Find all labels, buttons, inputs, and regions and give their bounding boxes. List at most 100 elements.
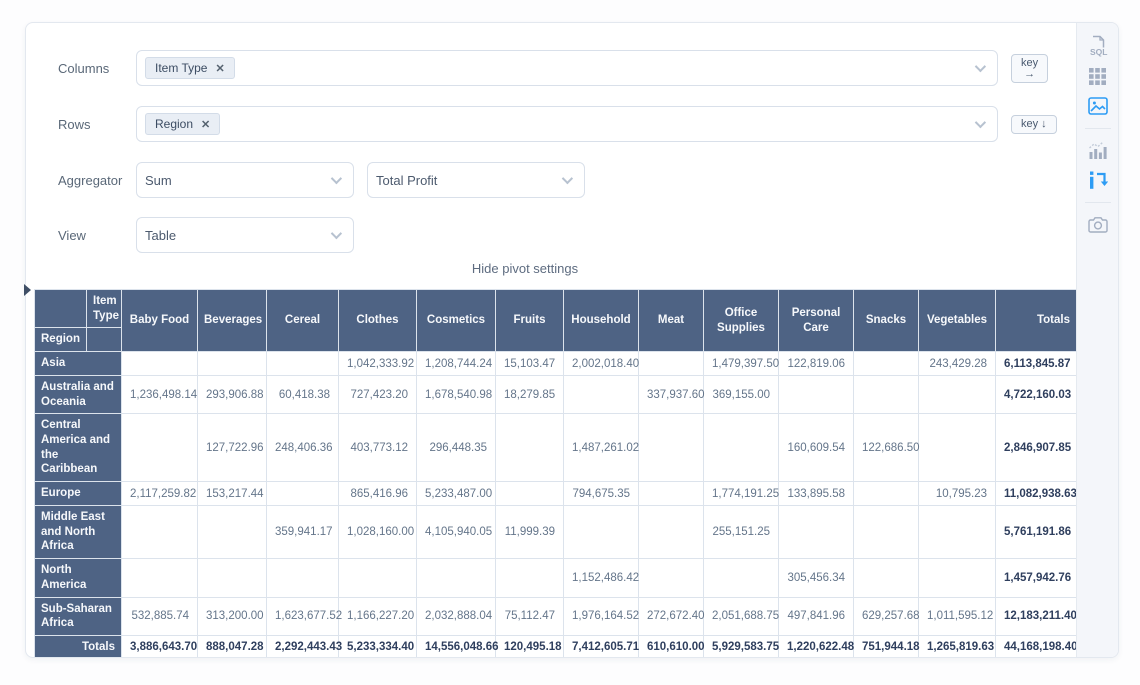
columns-tag-item-type[interactable]: Item Type ✕ bbox=[145, 57, 235, 79]
pivot-cell: 18,279.85 bbox=[496, 375, 564, 413]
pivot-cell: 11,999.39 bbox=[496, 505, 564, 558]
aggregator-select[interactable]: Sum bbox=[136, 162, 354, 198]
aggregator-value: Sum bbox=[145, 173, 172, 188]
view-label: View bbox=[58, 228, 136, 243]
column-total-cell: 5,233,334.40 bbox=[339, 635, 417, 658]
pivot-cell: 122,686.50 bbox=[854, 414, 919, 482]
table-grid-icon[interactable] bbox=[1087, 64, 1109, 88]
rows-label: Rows bbox=[58, 117, 136, 132]
table-row: North America1,152,486.42305,456.341,457… bbox=[35, 559, 1077, 597]
pivot-cell bbox=[639, 352, 704, 376]
row-total-cell: 12,183,211.40 bbox=[996, 597, 1077, 635]
hide-pivot-settings-link[interactable]: Hide pivot settings bbox=[26, 261, 1024, 276]
row-header: Sub-Saharan Africa bbox=[35, 597, 122, 635]
camera-icon[interactable] bbox=[1087, 212, 1109, 236]
pivot-header-row1: Item Type Baby FoodBeveragesCerealClothe… bbox=[35, 290, 1077, 328]
pivot-cell bbox=[267, 559, 339, 597]
table-row: Australia and Oceania1,236,498.14293,906… bbox=[35, 375, 1077, 413]
column-total-cell: 888,047.28 bbox=[198, 635, 267, 658]
view-select[interactable]: Table bbox=[136, 217, 354, 253]
pivot-cell: 794,675.35 bbox=[564, 482, 639, 506]
sort-rows-key-button[interactable]: key ↓ bbox=[1011, 115, 1057, 134]
pivot-cell: 15,103.47 bbox=[496, 352, 564, 376]
pivot-cell bbox=[854, 352, 919, 376]
columns-label: Columns bbox=[58, 61, 136, 76]
pivot-cell bbox=[854, 375, 919, 413]
pivot-cell: 1,678,540.98 bbox=[417, 375, 496, 413]
collapse-panel-arrow-icon[interactable] bbox=[24, 284, 31, 296]
close-icon[interactable]: ✕ bbox=[201, 118, 210, 131]
chart-icon[interactable] bbox=[1087, 138, 1109, 162]
pivot-cell: 60,418.38 bbox=[267, 375, 339, 413]
pivot-cell bbox=[854, 559, 919, 597]
pivot-cell: 2,051,688.75 bbox=[704, 597, 779, 635]
pivot-cell bbox=[919, 375, 996, 413]
column-header: Fruits bbox=[496, 290, 564, 352]
table-row: Europe2,117,259.82153,217.44865,416.965,… bbox=[35, 482, 1077, 506]
rows-dropzone[interactable]: Region ✕ bbox=[136, 106, 998, 142]
pivot-cell bbox=[339, 559, 417, 597]
corner-blank-cell bbox=[35, 290, 87, 328]
pivot-cell bbox=[639, 482, 704, 506]
row-total-cell: 4,722,160.03 bbox=[996, 375, 1077, 413]
row-total-cell: 1,457,942.76 bbox=[996, 559, 1077, 597]
column-total-cell: 751,944.18 bbox=[854, 635, 919, 658]
visualization-image-icon[interactable] bbox=[1087, 94, 1109, 118]
pivot-cell: 1,166,227.20 bbox=[339, 597, 417, 635]
pivot-cell: 243,429.28 bbox=[919, 352, 996, 376]
column-header: Vegetables bbox=[919, 290, 996, 352]
pivot-cell: 313,200.00 bbox=[198, 597, 267, 635]
pivot-cell: 4,105,940.05 bbox=[417, 505, 496, 558]
column-header: Baby Food bbox=[122, 290, 198, 352]
pivot-cell bbox=[639, 559, 704, 597]
table-row: Sub-Saharan Africa532,885.74313,200.001,… bbox=[35, 597, 1077, 635]
pivot-cell: 122,819.06 bbox=[779, 352, 854, 376]
pivot-cell bbox=[704, 559, 779, 597]
close-icon[interactable]: ✕ bbox=[215, 62, 224, 75]
pivot-cell: 629,257.68 bbox=[854, 597, 919, 635]
row-axis-label: Region bbox=[35, 328, 87, 352]
pivot-cell: 337,937.60 bbox=[639, 375, 704, 413]
pivot-icon[interactable] bbox=[1087, 168, 1109, 192]
chevron-down-icon bbox=[562, 173, 573, 184]
pivot-cell: 255,151.25 bbox=[704, 505, 779, 558]
pivot-cell: 532,885.74 bbox=[122, 597, 198, 635]
pivot-cell bbox=[198, 505, 267, 558]
rows-tag-region[interactable]: Region ✕ bbox=[145, 113, 220, 135]
pivot-cell bbox=[122, 559, 198, 597]
aggregator-field-select[interactable]: Total Profit bbox=[367, 162, 585, 198]
pivot-cell: 75,112.47 bbox=[496, 597, 564, 635]
svg-text:SQL: SQL bbox=[1090, 47, 1107, 57]
toolbar-divider bbox=[1085, 202, 1111, 203]
column-total-cell: 3,886,643.70 bbox=[122, 635, 198, 658]
pivot-table: Item Type Baby FoodBeveragesCerealClothe… bbox=[34, 289, 1077, 658]
chevron-down-icon[interactable] bbox=[975, 117, 986, 128]
column-header: Household bbox=[564, 290, 639, 352]
key-label: key ↓ bbox=[1021, 118, 1047, 130]
pivot-cell bbox=[639, 505, 704, 558]
table-row: Middle East and North Africa359,941.171,… bbox=[35, 505, 1077, 558]
pivot-cell bbox=[267, 352, 339, 376]
pivot-cell: 1,236,498.14 bbox=[122, 375, 198, 413]
table-row: Asia1,042,333.921,208,744.2415,103.472,0… bbox=[35, 352, 1077, 376]
row-total-cell: 2,846,907.85 bbox=[996, 414, 1077, 482]
grand-total-cell: 44,168,198.40 bbox=[996, 635, 1077, 658]
chevron-down-icon[interactable] bbox=[975, 61, 986, 72]
sort-columns-key-button[interactable]: key → bbox=[1011, 54, 1048, 83]
pivot-cell: 2,032,888.04 bbox=[417, 597, 496, 635]
totals-column-header: Totals bbox=[996, 290, 1077, 352]
sql-icon[interactable]: SQL bbox=[1087, 34, 1109, 58]
pivot-cell: 305,456.34 bbox=[779, 559, 854, 597]
column-total-cell: 1,220,622.48 bbox=[779, 635, 854, 658]
pivot-editor-card: Columns Item Type ✕ key → Rows Region ✕ bbox=[25, 22, 1119, 658]
column-header: Meat bbox=[639, 290, 704, 352]
pivot-cell: 1,774,191.25 bbox=[704, 482, 779, 506]
columns-dropzone[interactable]: Item Type ✕ bbox=[136, 50, 998, 86]
pivot-cell: 1,208,744.24 bbox=[417, 352, 496, 376]
corner-blank-cell bbox=[87, 328, 122, 352]
view-value: Table bbox=[145, 228, 176, 243]
pivot-cell: 865,416.96 bbox=[339, 482, 417, 506]
arrow-right-icon: → bbox=[1021, 69, 1038, 79]
pivot-cell: 1,623,677.52 bbox=[267, 597, 339, 635]
column-header: Personal Care bbox=[779, 290, 854, 352]
